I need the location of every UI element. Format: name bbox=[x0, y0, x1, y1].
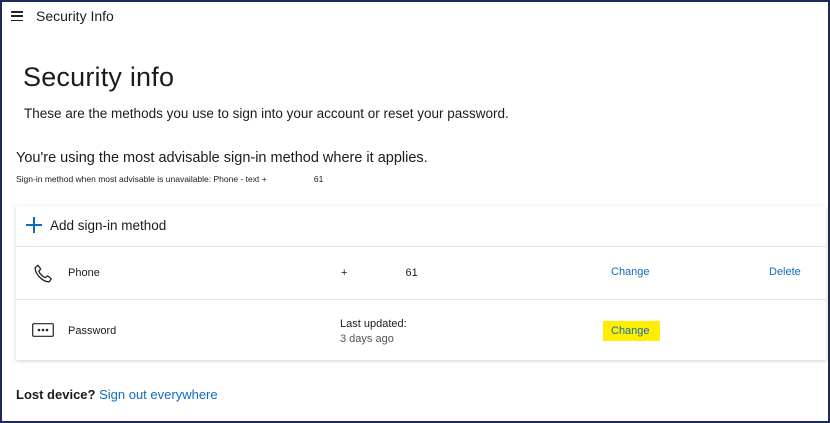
phone-number: + 61 bbox=[341, 267, 418, 279]
menu-icon-line bbox=[11, 19, 23, 21]
last-updated-label: Last updated: bbox=[340, 318, 407, 330]
method-name-password: Password bbox=[68, 325, 117, 337]
delete-phone-link[interactable]: Delete bbox=[769, 266, 801, 278]
fallback-method-notice: Sign-in method when most advisable is un… bbox=[16, 174, 324, 184]
page-title: Security info bbox=[23, 62, 175, 92]
page-subtitle: These are the methods you use to sign in… bbox=[24, 106, 509, 121]
add-sign-in-method-label: Add sign-in method bbox=[50, 218, 167, 233]
lost-device-footer: Lost device? Sign out everywhere bbox=[16, 387, 218, 402]
methods-card: Add sign-in method Phone + 61 Change Del… bbox=[16, 206, 826, 360]
menu-icon-line bbox=[11, 15, 23, 17]
app-title: Security Info bbox=[36, 8, 114, 24]
method-name-phone: Phone bbox=[68, 267, 100, 279]
method-row-phone: Phone + 61 Change Delete bbox=[16, 247, 826, 300]
phone-icon bbox=[32, 263, 54, 290]
change-password-link[interactable]: Change bbox=[611, 325, 650, 337]
app-window: Security Info Security info These are th… bbox=[0, 0, 830, 423]
method-row-password: Password Last updated: 3 days ago Change bbox=[16, 300, 826, 360]
add-sign-in-method-button[interactable]: Add sign-in method bbox=[16, 206, 826, 247]
password-dots-icon bbox=[32, 323, 54, 342]
sign-out-everywhere-link[interactable]: Sign out everywhere bbox=[99, 387, 218, 402]
last-updated-value: 3 days ago bbox=[340, 333, 394, 345]
plus-icon bbox=[26, 217, 42, 233]
title-bar: Security Info bbox=[2, 2, 828, 32]
menu-icon-line bbox=[11, 11, 23, 13]
menu-icon[interactable] bbox=[11, 11, 23, 21]
lost-device-label: Lost device? bbox=[16, 387, 96, 402]
advisable-method-notice: You're using the most advisable sign-in … bbox=[16, 150, 428, 166]
change-phone-link[interactable]: Change bbox=[611, 266, 650, 278]
